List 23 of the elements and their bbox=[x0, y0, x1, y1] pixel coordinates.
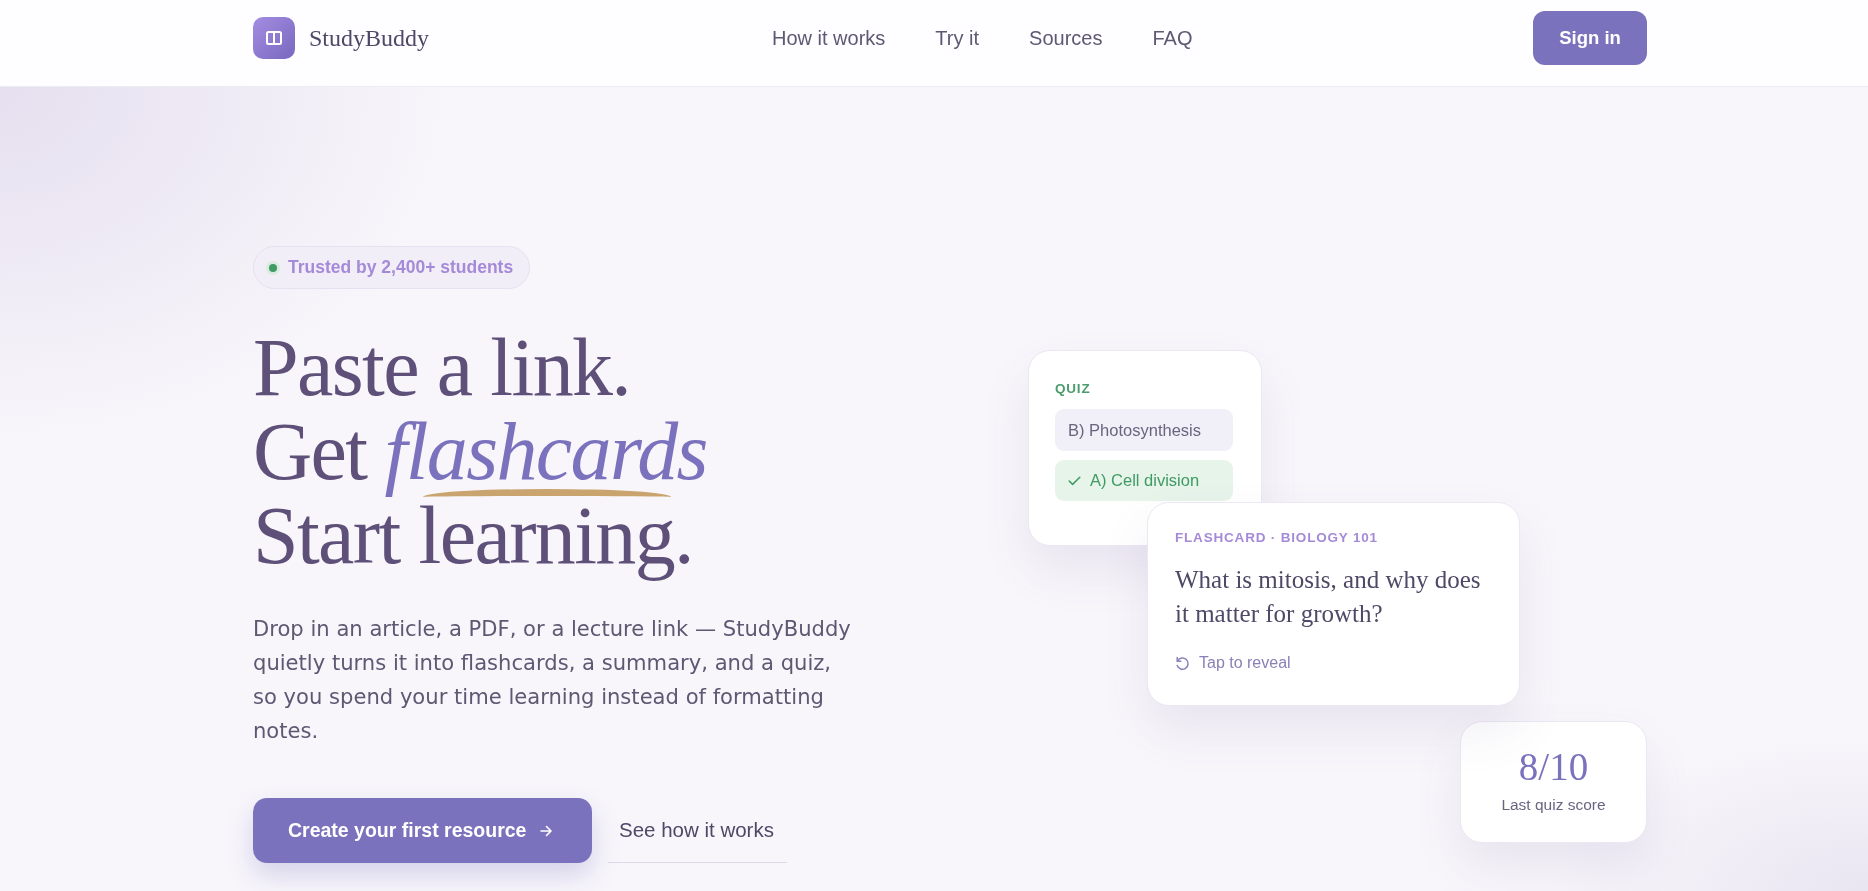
quiz-label: QUIZ bbox=[1055, 381, 1092, 397]
create-resource-button[interactable]: Create your first resource bbox=[253, 798, 592, 863]
option-text: A) Cell division bbox=[1090, 471, 1200, 490]
score-label: Last quiz score bbox=[1501, 795, 1606, 815]
nav-link[interactable]: Sources bbox=[1029, 26, 1103, 50]
option-text: B) Photosynthesis bbox=[1068, 420, 1201, 440]
nav-link[interactable]: FAQ bbox=[1152, 26, 1193, 50]
nav-link[interactable]: Try it bbox=[935, 26, 980, 50]
arrow-right-icon bbox=[540, 824, 553, 837]
secondary-link[interactable]: See how it works bbox=[608, 798, 787, 863]
flashcard-label: FLASHCARD · BIOLOGY 101 bbox=[1175, 530, 1379, 546]
nav-link[interactable]: How it works bbox=[772, 26, 886, 50]
sign-in-button[interactable]: Sign in bbox=[1533, 11, 1647, 65]
score-value: 8/10 bbox=[1518, 745, 1589, 789]
hero-description: Drop in an article, a PDF, or a lecture link — StudyBuddy quietly turns it into flashcards, a summary, and a quiz, so you spend your time learning instead of formatting notes. bbox=[253, 615, 852, 745]
check-icon bbox=[1068, 475, 1081, 486]
refresh-icon bbox=[1175, 655, 1190, 671]
brand-name: StudyBuddy bbox=[309, 24, 430, 52]
status-dot-icon bbox=[266, 260, 280, 275]
reveal-hint: Tap to reveal bbox=[1199, 653, 1291, 673]
badge-text: Trusted by 2,400+ students bbox=[288, 257, 514, 278]
logo-icon[interactable] bbox=[253, 17, 295, 59]
flashcard-question: What is mitosis, and why does it matter for growth? bbox=[1175, 565, 1482, 629]
